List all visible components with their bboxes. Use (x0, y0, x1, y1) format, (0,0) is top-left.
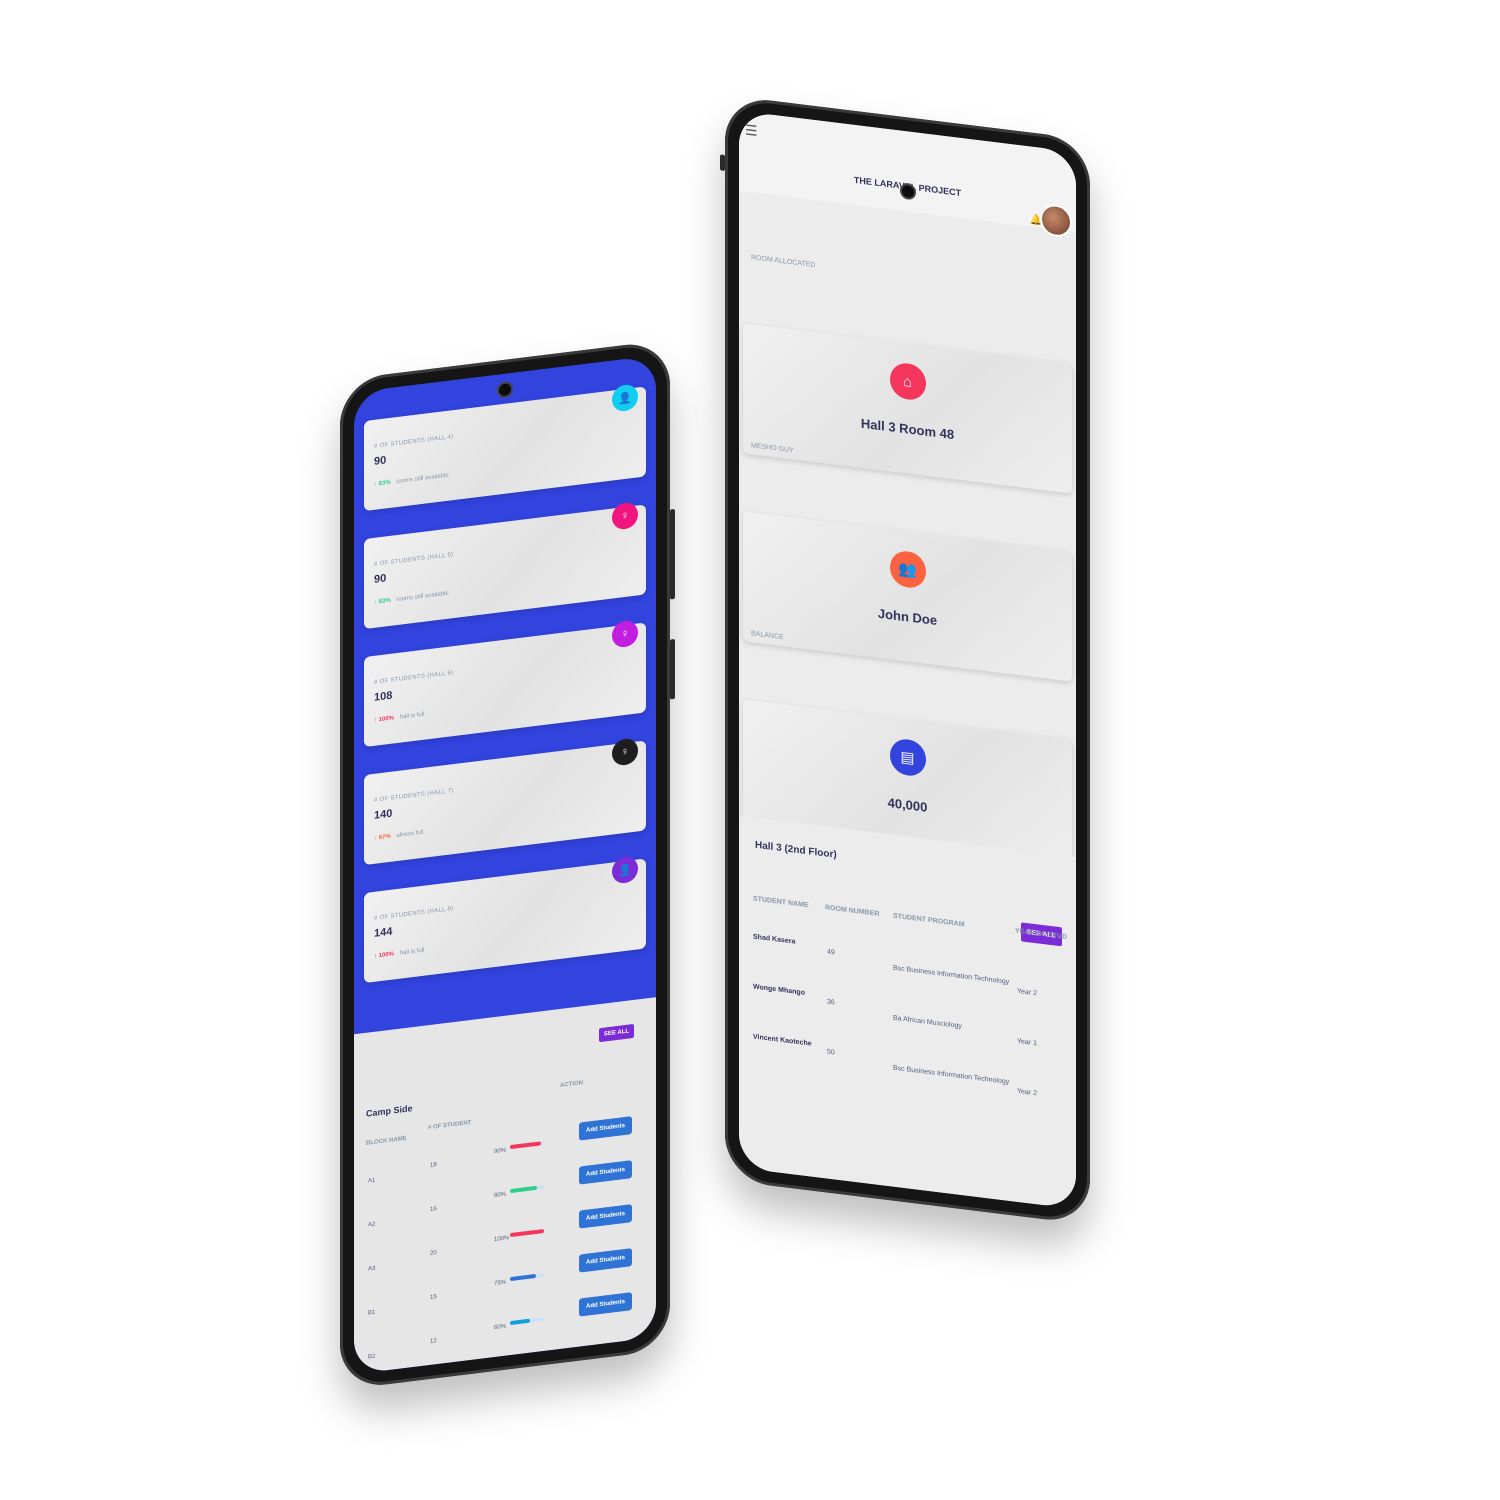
power-button (670, 638, 675, 700)
user-icon: 👤 (612, 855, 638, 885)
block-name: A3 (368, 1265, 376, 1273)
percent-label: 100% (494, 1235, 510, 1244)
student-name: Shad Kasera (753, 933, 796, 946)
stat-percent: ↑ 83% (374, 597, 391, 606)
add-students-button[interactable]: Add Students (579, 1116, 632, 1141)
stat-footer: ↑ 97% almost full (374, 830, 423, 842)
summary-card: MESHO GUY 👥 John Doe (743, 442, 1072, 682)
column-header-room: Room number (825, 904, 880, 918)
percent-label: 90% (494, 1147, 507, 1156)
student-count: 18 (430, 1162, 437, 1169)
stat-value: 90 (374, 454, 387, 468)
progress-bar (510, 1228, 544, 1238)
student-count: 15 (430, 1294, 437, 1301)
progress-bar (510, 1272, 544, 1282)
user-icon: 👤 (612, 383, 638, 413)
female-icon: ♀ (612, 619, 638, 649)
stat-card: 👤 # of students (Hall 8) 144 ↑ 100% hall… (364, 855, 646, 984)
female-icon: ♀ (612, 737, 638, 767)
stat-percent: ↑ 83% (374, 479, 391, 488)
users-icon: 👥 (889, 549, 926, 590)
block-name: B1 (368, 1309, 376, 1317)
stat-note: rooms still available (396, 590, 449, 604)
hamburger-icon[interactable]: ☰ (745, 121, 758, 140)
table-title: Camp Side (366, 1103, 413, 1119)
study-year: Year 2 (1017, 1087, 1037, 1098)
stat-card: ♀ # of students (Hall 7) 140 ↑ 97% almos… (364, 737, 646, 866)
stat-value: 108 (374, 689, 393, 704)
stat-footer: ↑ 100% hall is full (374, 948, 424, 960)
stat-note: hall is full (399, 947, 425, 957)
left-screen: 👤 # of students (Hall 4) 90 ↑ 83% rooms … (354, 355, 656, 1375)
stat-label: # of students (Hall 5) (374, 552, 454, 568)
stat-card: ♀ # of students (Hall 6) 108 ↑ 100% hall… (364, 619, 646, 748)
percent-label: 80% (494, 1191, 507, 1200)
side-button (720, 154, 725, 171)
stat-card: 👤 # of students (Hall 4) 90 ↑ 83% rooms … (364, 383, 646, 512)
stat-label: # of students (Hall 4) (374, 434, 454, 450)
column-header-program: Student program (893, 912, 965, 929)
stat-value: 140 (374, 807, 393, 822)
progress-bar (510, 1140, 544, 1150)
left-phone: 👤 # of students (Hall 4) 90 ↑ 83% rooms … (340, 339, 675, 1391)
stat-percent: ↑ 100% (374, 715, 395, 724)
camera (899, 182, 916, 201)
study-year: Year 1 (1017, 1037, 1037, 1048)
stat-footer: ↑ 83% rooms still available (374, 591, 449, 606)
room-number: 36 (827, 998, 835, 1007)
room-number: 49 (827, 948, 835, 957)
block-name: A2 (368, 1221, 376, 1229)
stat-label: # of students (Hall 8) (374, 906, 454, 922)
top-navbar: ☰ THE LARAVEL PROJECT 🔔 (739, 110, 1076, 239)
stat-note: almost full (396, 829, 424, 840)
hall-table: Hall 3 (2nd Floor) SEE ALL Student name … (739, 815, 1076, 1210)
stat-note: hall is full (399, 711, 425, 721)
student-count: 16 (430, 1206, 437, 1213)
student-program: Ba African Musciology (893, 1014, 962, 1031)
progress-bar (510, 1184, 544, 1194)
column-header-students: # of student (428, 1119, 472, 1132)
home-icon: ⌂ (889, 361, 926, 402)
stat-label: # of students (Hall 7) (374, 788, 454, 804)
percent-label: 60% (494, 1323, 507, 1332)
card-label: ROOM ALLOCATED (751, 254, 816, 270)
credit-card-icon: ▤ (889, 737, 926, 778)
stat-percent: ↑ 100% (374, 951, 395, 960)
student-program: Bsc Business Information Technology (893, 964, 1010, 986)
see-all-button[interactable]: SEE ALL (598, 1023, 634, 1043)
stat-value: 144 (374, 925, 393, 940)
stat-card: ♀ # of students (Hall 5) 90 ↑ 83% rooms … (364, 501, 646, 630)
right-phone: ☰ THE LARAVEL PROJECT 🔔 ROOM ALLOCATED ⌂… (720, 95, 1090, 1225)
stat-percent: ↑ 97% (374, 833, 391, 842)
camera (497, 380, 513, 399)
camp-side-table: SEE ALL Camp Side Block name # of studen… (354, 997, 656, 1375)
column-header-block: Block name (366, 1135, 407, 1147)
progress-bar (510, 1316, 544, 1326)
volume-button (670, 508, 675, 600)
summary-card: ROOM ALLOCATED ⌂ Hall 3 Room 48 (743, 254, 1072, 494)
right-screen: ☰ THE LARAVEL PROJECT 🔔 ROOM ALLOCATED ⌂… (739, 110, 1076, 1210)
room-number: 50 (827, 1048, 835, 1057)
stat-footer: ↑ 100% hall is full (374, 712, 424, 724)
student-program: Bsc Business Information Technology (893, 1064, 1010, 1086)
stat-footer: ↑ 83% rooms still available (374, 473, 449, 488)
student-count: 12 (430, 1338, 437, 1345)
stat-note: rooms still available (396, 472, 449, 486)
percent-label: 75% (494, 1279, 507, 1288)
female-icon: ♀ (612, 501, 638, 531)
hall-title: Hall 3 (2nd Floor) (755, 839, 837, 861)
block-name: A1 (368, 1177, 376, 1185)
student-count: 20 (430, 1250, 437, 1257)
column-header-name: Student name (753, 895, 809, 910)
stat-label: # of students (Hall 6) (374, 670, 454, 686)
column-header-action: Action (560, 1080, 583, 1089)
block-name: B2 (368, 1353, 376, 1361)
card-value: John Doe (877, 605, 938, 629)
stat-value: 90 (374, 572, 387, 586)
study-year: Year 2 (1017, 987, 1037, 998)
